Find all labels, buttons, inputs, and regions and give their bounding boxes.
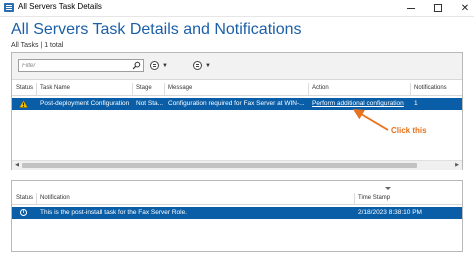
sort-descending-icon [385, 187, 391, 190]
perform-additional-configuration-link[interactable]: Perform additional configuration [312, 100, 404, 107]
column-header-notifications[interactable]: Notifications [414, 85, 447, 91]
column-divider[interactable] [354, 193, 355, 205]
close-button[interactable]: ✕ [451, 0, 474, 16]
page-title: All Servers Task Details and Notificatio… [11, 21, 302, 38]
info-icon: i [20, 209, 27, 216]
column-header-status[interactable]: Status [16, 85, 33, 91]
column-header-task-name[interactable]: Task Name [40, 85, 70, 91]
column-options-button[interactable]: ▼ [193, 59, 211, 72]
column-header-time-stamp[interactable]: Time Stamp [358, 195, 390, 201]
notification-cell: This is the post-install task for the Fa… [40, 209, 188, 216]
title-bar: All Servers Task Details ✕ [0, 0, 474, 17]
column-header-notification[interactable]: Notification [40, 195, 70, 201]
tasks-toolbar: ▼ ▼ [12, 53, 462, 80]
column-divider[interactable] [308, 83, 309, 95]
maximize-button[interactable] [424, 0, 452, 16]
table-row[interactable]: i This is the post-install task for the … [12, 207, 462, 219]
filter-field[interactable] [18, 59, 144, 72]
notifications-grid-header: Status Notification Time Stamp [12, 193, 462, 205]
column-divider[interactable] [410, 83, 411, 95]
stage-cell: Not Sta... [136, 100, 164, 107]
view-options-button[interactable]: ▼ [150, 59, 168, 72]
message-cell: Configuration required for Fax Server at… [168, 100, 305, 107]
column-header-message[interactable]: Message [168, 85, 192, 91]
scroll-right-icon[interactable]: ▶ [453, 162, 461, 169]
horizontal-scrollbar[interactable]: ◀ ▶ [12, 160, 462, 170]
column-divider[interactable] [164, 83, 165, 95]
click-this-callout: Click this [391, 126, 427, 135]
scroll-left-icon[interactable]: ◀ [13, 162, 21, 169]
chevron-down-icon: ▼ [162, 62, 168, 69]
column-header-action[interactable]: Action [312, 85, 329, 91]
column-divider[interactable] [36, 193, 37, 205]
search-icon[interactable] [132, 61, 141, 70]
timestamp-cell: 2/18/2023 8:38:10 PM [358, 209, 422, 216]
warning-icon [19, 100, 28, 108]
tasks-grid-header: Status Task Name Stage Message Action No… [12, 83, 462, 96]
task-count-label: All Tasks | 1 total [11, 42, 64, 49]
notifications-panel: Status Notification Time Stamp i This is… [11, 180, 463, 252]
column-divider[interactable] [36, 83, 37, 95]
chevron-down-icon: ▼ [205, 62, 211, 69]
column-divider[interactable] [132, 83, 133, 95]
table-row[interactable]: Post-deployment Configuration Not Sta...… [12, 98, 462, 110]
minimize-button[interactable] [397, 0, 425, 16]
list-view-icon [150, 61, 159, 70]
notifications-count-cell: 1 [414, 100, 418, 107]
tasks-panel: ▼ ▼ Status Task Name Stage Message Actio… [11, 52, 463, 170]
task-details-icon [4, 3, 14, 12]
column-header-stage[interactable]: Stage [136, 85, 152, 91]
task-name-cell: Post-deployment Configuration [40, 100, 130, 107]
window-title: All Servers Task Details [18, 2, 102, 11]
scrollbar-thumb[interactable] [22, 163, 417, 168]
filter-input[interactable] [22, 60, 128, 71]
column-header-status[interactable]: Status [16, 195, 33, 201]
columns-icon [193, 61, 202, 70]
